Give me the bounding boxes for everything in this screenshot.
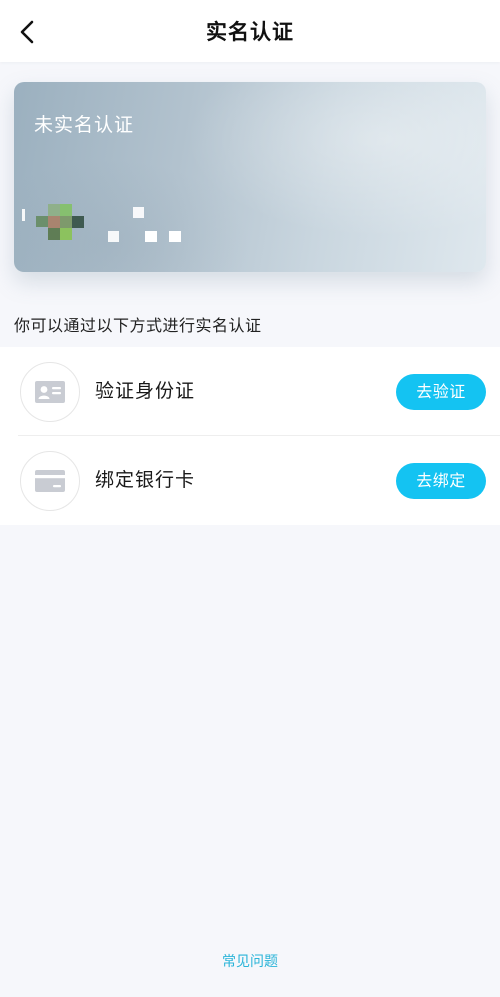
verification-status-card: 未实名认证 <box>14 82 486 272</box>
option-label: 验证身份证 <box>95 380 196 402</box>
bank-card-icon <box>35 470 65 492</box>
top-nav-bar: 实名认证 <box>0 0 500 62</box>
id-card-icon <box>35 381 65 403</box>
verify-button[interactable]: 去验证 <box>396 374 486 410</box>
masked-user-info <box>14 82 486 272</box>
page-title: 实名认证 <box>206 20 294 44</box>
verification-methods-prompt: 你可以通过以下方式进行实名认证 <box>14 316 262 335</box>
option-verify-id-card[interactable]: 验证身份证 去验证 <box>0 347 500 436</box>
option-icon-wrapper <box>20 362 80 422</box>
option-icon-wrapper <box>20 451 80 511</box>
verification-options-list: 验证身份证 去验证 绑定银行卡 去绑定 <box>0 347 500 525</box>
faq-link[interactable]: 常见问题 <box>0 951 500 971</box>
bind-button[interactable]: 去绑定 <box>396 463 486 499</box>
option-label: 绑定银行卡 <box>95 469 196 491</box>
option-bind-bank-card[interactable]: 绑定银行卡 去绑定 <box>0 436 500 525</box>
